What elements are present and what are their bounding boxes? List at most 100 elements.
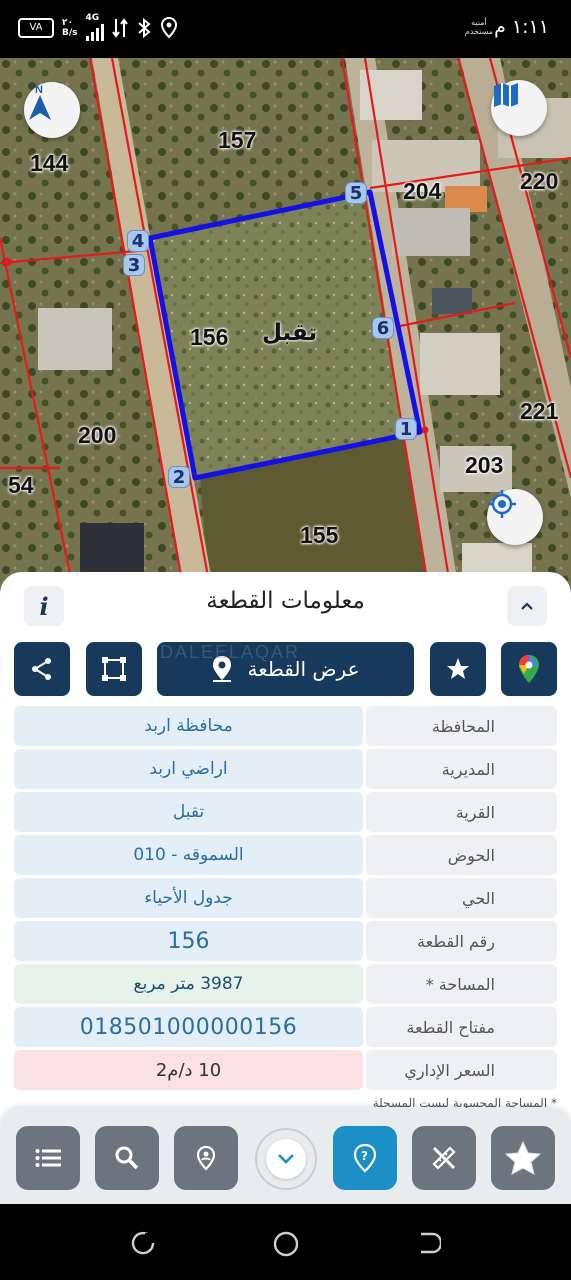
my-places-button[interactable] <box>174 1126 238 1190</box>
layers-button[interactable] <box>491 80 547 136</box>
satellite-map[interactable]: 144 157 204 220 156 200 221 203 54 155 ت… <box>0 58 571 598</box>
home-icon[interactable] <box>272 1230 300 1258</box>
data-transfer-icon <box>111 17 128 38</box>
detail-row: 3987 متر مربع المساحة * <box>14 964 557 1004</box>
detail-label: السعر الإداري <box>366 1050 557 1090</box>
expand-toggle-button[interactable] <box>255 1128 317 1190</box>
plot-label[interactable]: 54 <box>8 472 34 499</box>
plot-label[interactable]: 157 <box>218 127 256 154</box>
my-location-icon <box>488 490 516 518</box>
vertex-marker[interactable]: 6 <box>372 317 394 339</box>
map-layers-icon <box>494 83 518 107</box>
location-status-icon <box>160 16 177 38</box>
detail-row: 156 رقم القطعة <box>14 921 557 961</box>
compass-button[interactable]: N <box>24 82 80 138</box>
list-icon <box>35 1149 61 1167</box>
plot-label[interactable]: 203 <box>465 452 503 479</box>
vertex-marker[interactable]: 4 <box>127 230 149 252</box>
detail-value: 10 د/م2 <box>14 1050 363 1090</box>
detail-label-text: السعر الإداري <box>404 1060 495 1080</box>
net-speed-value: ٢٠ <box>62 17 73 28</box>
plot-label[interactable]: 155 <box>300 522 338 549</box>
share-icon <box>32 658 51 680</box>
net-speed: ٢٠ B/s <box>62 18 78 38</box>
action-row: عرض القطعة <box>0 642 571 698</box>
clock: ١:١١ م <box>494 16 549 38</box>
detail-label: المديرية <box>366 749 557 789</box>
favorite-button[interactable] <box>430 642 486 696</box>
show-parcel-button[interactable]: عرض القطعة <box>157 642 414 696</box>
search-button[interactable] <box>95 1126 159 1190</box>
menu-button[interactable] <box>16 1126 80 1190</box>
north-arrow-icon: N <box>29 84 51 120</box>
chevron-down-icon <box>278 1154 294 1164</box>
share-button[interactable] <box>14 642 70 696</box>
parcel-details-table: محافظة اربد المحافظة اراضي اربد المديرية… <box>14 706 557 1093</box>
detail-label-text: المديرية <box>441 759 495 779</box>
detail-value: السموقه - 010 <box>14 835 363 875</box>
svg-text:N: N <box>35 84 43 96</box>
network-type: 4G <box>85 13 100 23</box>
location-pin-icon <box>213 656 232 682</box>
detail-label-text: رقم القطعة <box>417 931 495 951</box>
chevron-up-icon <box>521 602 533 610</box>
plot-label[interactable]: 221 <box>520 398 558 425</box>
search-icon <box>115 1146 139 1170</box>
detail-row: 10 د/م2 السعر الإداري <box>14 1050 557 1090</box>
status-left-group: VA ٢٠ B/s 4G <box>18 14 178 41</box>
detail-value: اراضي اربد <box>14 749 363 789</box>
favorites-button[interactable] <box>491 1126 555 1190</box>
vertex-marker[interactable]: 5 <box>345 182 367 204</box>
carrier-label: أمنيه مستخدم <box>465 18 493 36</box>
collapse-button[interactable] <box>507 586 547 626</box>
vertex-marker[interactable]: 2 <box>168 466 190 488</box>
recents-icon[interactable] <box>130 1230 156 1256</box>
detail-label-text: المحافظة <box>431 716 495 736</box>
detail-value: جدول الأحياء <box>14 878 363 918</box>
system-nav-bar <box>0 1204 571 1280</box>
plot-label[interactable]: 200 <box>78 422 116 449</box>
detail-label: المساحة * <box>366 964 557 1004</box>
battery-icon: VA <box>18 17 54 38</box>
location-pin-icon <box>196 1145 216 1171</box>
panel-title: معلومات القطعة <box>206 588 365 614</box>
detail-value: 018501000000156 <box>14 1007 363 1047</box>
polygon-icon <box>102 657 126 681</box>
svg-text:?: ? <box>361 1149 368 1163</box>
detail-value: تقبل <box>14 792 363 832</box>
plot-label[interactable]: 204 <box>403 178 441 205</box>
my-location-button[interactable] <box>487 489 543 545</box>
help-button[interactable]: ? <box>333 1126 397 1190</box>
carrier-line-2: مستخدم <box>464 27 493 36</box>
detail-row: تقبل القرية <box>14 792 557 832</box>
detail-value: محافظة اربد <box>14 706 363 746</box>
detail-value: 3987 متر مربع <box>14 964 363 1004</box>
measure-tools-icon <box>432 1146 456 1170</box>
detail-row: جدول الأحياء الحي <box>14 878 557 918</box>
panel-header: i معلومات القطعة <box>0 572 571 634</box>
back-icon[interactable] <box>415 1230 441 1256</box>
status-bar: VA ٢٠ B/s 4G أمنيه مستخدم ١:١١ م <box>0 0 571 58</box>
help-pin-icon: ? <box>353 1143 377 1173</box>
google-maps-button[interactable] <box>501 642 557 696</box>
net-speed-unit: B/s <box>62 27 78 38</box>
detail-row: 018501000000156 مفتاح القطعة <box>14 1007 557 1047</box>
detail-label: الحوض <box>366 835 557 875</box>
detail-row: اراضي اربد المديرية <box>14 749 557 789</box>
favorites-star-icon <box>504 1140 542 1175</box>
vertex-marker[interactable]: 3 <box>123 254 145 276</box>
google-maps-icon <box>519 655 539 683</box>
detail-label-text: المساحة * <box>425 974 495 994</box>
vertex-marker[interactable]: 1 <box>395 418 417 440</box>
detail-label-text: مفتاح القطعة <box>406 1017 495 1037</box>
detail-label: الحي <box>366 878 557 918</box>
signal-icon: 4G <box>85 13 104 41</box>
tools-button[interactable] <box>412 1126 476 1190</box>
plot-label-selected[interactable]: 156 <box>190 324 228 351</box>
plot-label[interactable]: 220 <box>520 168 558 195</box>
detail-label-text: الحوض <box>447 845 495 865</box>
detail-label: مفتاح القطعة <box>366 1007 557 1047</box>
draw-polygon-button[interactable] <box>86 642 142 696</box>
detail-label: القرية <box>366 792 557 832</box>
plot-label[interactable]: 144 <box>30 150 68 177</box>
